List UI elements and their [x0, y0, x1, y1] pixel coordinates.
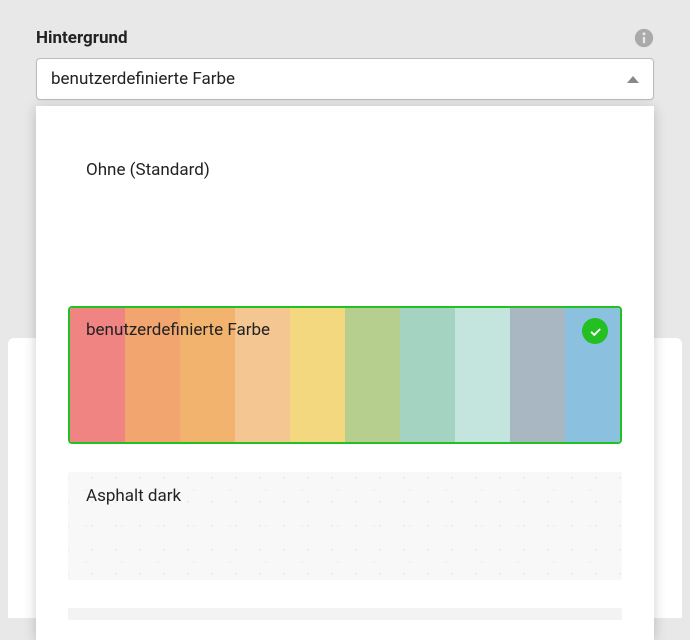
color-swatch [400, 308, 455, 442]
color-swatch [510, 308, 565, 442]
color-swatch [455, 308, 510, 442]
check-icon [582, 318, 608, 344]
option-next-partial[interactable] [68, 608, 622, 620]
background-dropdown: Ohne (Standard) benutzerdefinierte Farbe… [36, 106, 654, 640]
color-swatch [290, 308, 345, 442]
option-none-standard[interactable]: Ohne (Standard) [68, 146, 622, 278]
field-label: Hintergrund [36, 28, 128, 48]
background-select[interactable]: benutzerdefinierte Farbe [36, 58, 654, 100]
option-label: Ohne (Standard) [86, 160, 210, 180]
color-swatch [345, 308, 400, 442]
select-current-value: benutzerdefinierte Farbe [51, 69, 235, 89]
chevron-up-icon [627, 76, 639, 83]
info-icon[interactable] [634, 28, 654, 48]
option-asphalt-dark[interactable]: Asphalt dark [68, 472, 622, 580]
option-label: benutzerdefinierte Farbe [86, 320, 270, 340]
option-label: Asphalt dark [86, 486, 604, 506]
option-custom-color[interactable]: benutzerdefinierte Farbe [68, 306, 622, 444]
